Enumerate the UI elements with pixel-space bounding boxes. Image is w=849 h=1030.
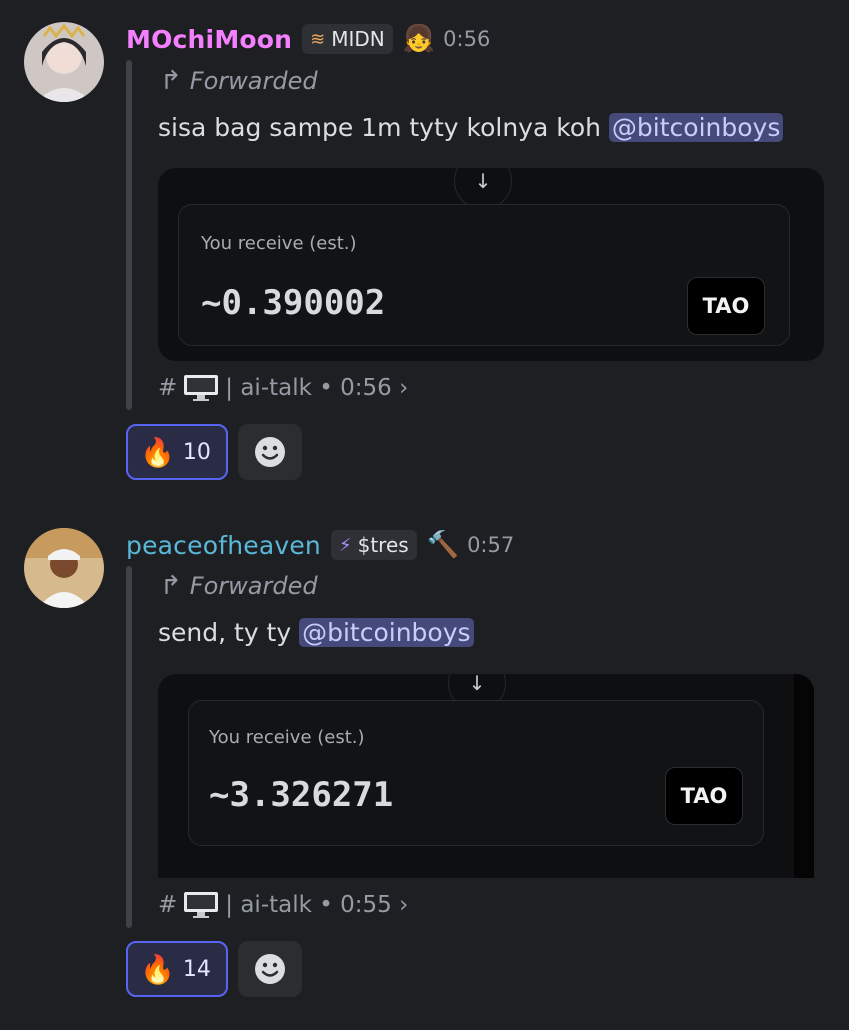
fire-reaction[interactable]: 🔥 14 xyxy=(126,941,228,997)
receive-panel: You receive (est.) ~0.390002 TAO xyxy=(178,204,790,346)
channel-link[interactable]: # | ai-talk • 0:56 › xyxy=(158,374,408,402)
receive-amount: ~3.326271 xyxy=(209,775,394,815)
forwarded-label: ↱ Forwarded xyxy=(160,66,318,96)
image-embed[interactable]: ↓ You receive (est.) ~0.390002 TAO xyxy=(158,168,824,361)
token-badge: TAO xyxy=(665,767,743,825)
user-avatar[interactable] xyxy=(24,22,104,102)
ban-hammer-emoji: 🔨 xyxy=(426,530,460,560)
guild-tag-label: MIDN xyxy=(331,27,385,51)
forward-bar xyxy=(126,566,132,928)
channel-link[interactable]: # | ai-talk • 0:55 › xyxy=(158,891,408,919)
forward-arrow-icon: ↱ xyxy=(160,66,182,96)
username[interactable]: MOchiMoon xyxy=(126,25,292,54)
channel-name: | ai-talk • 0:56 › xyxy=(225,375,409,401)
guild-tag-label: $tres xyxy=(357,533,409,557)
guild-tag[interactable]: ≋ MIDN xyxy=(302,24,393,54)
forwarded-text: Forwarded xyxy=(189,67,318,95)
timestamp: 0:57 xyxy=(467,533,515,557)
channel-hash: # xyxy=(158,375,178,401)
fire-icon: 🔥 xyxy=(140,952,175,986)
monitor-icon xyxy=(184,375,219,401)
receive-panel: You receive (est.) ~3.326271 TAO xyxy=(188,700,764,846)
channel-hash: # xyxy=(158,892,178,918)
forwarded-text: Forwarded xyxy=(189,572,318,600)
forward-bar xyxy=(126,60,132,410)
reactions-row: 🔥 14 xyxy=(126,941,302,997)
smiley-icon xyxy=(255,954,285,984)
monitor-icon xyxy=(184,892,219,918)
lightning-icon: ⚡ xyxy=(338,534,352,556)
add-reaction-button[interactable] xyxy=(238,424,302,480)
guild-tag[interactable]: ⚡ $tres xyxy=(330,530,417,560)
message-header: peaceofheaven ⚡ $tres 🔨 0:57 xyxy=(126,525,514,565)
forward-arrow-icon: ↱ xyxy=(160,571,182,601)
anime-girl-emoji: 👧 xyxy=(402,24,436,54)
message-text: send, ty ty @bitcoinboys xyxy=(158,618,474,647)
fire-icon: 🔥 xyxy=(140,435,175,469)
fire-reaction[interactable]: 🔥 10 xyxy=(126,424,228,480)
message-text: sisa bag sampe 1m tyty kolnya koh @bitco… xyxy=(158,113,784,142)
user-avatar[interactable] xyxy=(24,528,104,608)
message-header: MOchiMoon ≋ MIDN 👧 0:56 xyxy=(126,19,490,59)
channel-name: | ai-talk • 0:55 › xyxy=(225,892,409,918)
receive-amount: ~0.390002 xyxy=(201,283,386,323)
receive-label: You receive (est.) xyxy=(209,727,365,748)
message-body: sisa bag sampe 1m tyty kolnya koh xyxy=(158,113,609,142)
image-embed[interactable]: ↓ You receive (est.) ~3.326271 TAO xyxy=(158,674,814,878)
reaction-count: 14 xyxy=(182,956,211,982)
username[interactable]: peaceofheaven xyxy=(126,531,321,560)
reactions-row: 🔥 10 xyxy=(126,424,302,480)
user-mention[interactable]: @bitcoinboys xyxy=(299,618,474,647)
stack-coins-icon: ≋ xyxy=(310,28,326,50)
reaction-count: 10 xyxy=(182,439,211,465)
timestamp: 0:56 xyxy=(443,27,491,51)
token-badge: TAO xyxy=(687,277,765,335)
smiley-icon xyxy=(255,437,285,467)
message-body: send, ty ty xyxy=(158,618,300,647)
embed-right-edge xyxy=(794,674,814,878)
add-reaction-button[interactable] xyxy=(238,941,302,997)
receive-label: You receive (est.) xyxy=(201,233,357,254)
user-mention[interactable]: @bitcoinboys xyxy=(608,113,784,142)
forwarded-label: ↱ Forwarded xyxy=(160,571,318,601)
